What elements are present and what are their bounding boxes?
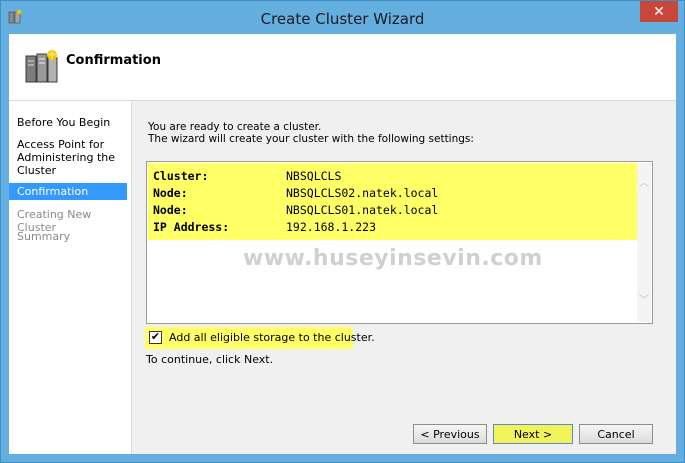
settings-scrollbar[interactable]: ︿ ﹀: [637, 163, 651, 322]
setting-key: Node:: [153, 186, 188, 200]
setting-value: 192.168.1.223: [286, 220, 377, 234]
wizard-window: Create Cluster Wizard ✕ Confirmation Bef…: [0, 0, 685, 463]
settings-summary-box[interactable]: Cluster: NBSQLCLS Node: NBSQLCLS02.natek…: [146, 161, 653, 324]
wizard-header: Confirmation: [9, 34, 676, 101]
title-bar[interactable]: Create Cluster Wizard ✕: [1, 1, 684, 34]
setting-key: IP Address:: [153, 220, 230, 234]
nav-step-before-you-begin[interactable]: Before You Begin: [9, 116, 127, 129]
cancel-button[interactable]: Cancel: [579, 424, 653, 444]
close-button[interactable]: ✕: [640, 1, 678, 22]
scroll-up-icon[interactable]: ︿: [639, 179, 649, 189]
previous-button[interactable]: < Previous: [413, 424, 487, 444]
intro-line-1: You are ready to create a cluster.: [148, 121, 322, 133]
nav-step-confirmation[interactable]: Confirmation: [9, 183, 127, 200]
cluster-servers-icon: [25, 48, 58, 83]
continue-instruction: To continue, click Next.: [146, 353, 274, 366]
add-storage-checkbox[interactable]: ✔: [149, 331, 162, 344]
scroll-down-icon[interactable]: ﹀: [639, 296, 649, 306]
next-button[interactable]: Next >: [493, 424, 573, 444]
add-storage-option[interactable]: ✔ Add all eligible storage to the cluste…: [145, 327, 375, 349]
add-storage-label[interactable]: Add all eligible storage to the cluster.: [169, 331, 375, 344]
wizard-client-area: Confirmation Before You Begin Access Poi…: [9, 34, 676, 454]
setting-key: Node:: [153, 203, 188, 217]
intro-text: You are ready to create a cluster. The w…: [148, 121, 474, 145]
watermark-text: www.huseyinsevin.com: [243, 246, 543, 271]
wizard-step-nav: Before You Begin Access Point for Admini…: [9, 101, 132, 454]
wizard-content: You are ready to create a cluster. The w…: [131, 101, 676, 454]
intro-line-2: The wizard will create your cluster with…: [148, 133, 474, 145]
nav-step-summary: Summary: [17, 230, 71, 243]
setting-value: NBSQLCLS: [286, 169, 342, 183]
setting-value: NBSQLCLS01.natek.local: [286, 203, 439, 217]
setting-value: NBSQLCLS02.natek.local: [286, 186, 439, 200]
setting-key: Cluster:: [153, 169, 209, 183]
nav-step-access-point[interactable]: Access Point for Administering the Clust…: [9, 138, 124, 177]
page-title: Confirmation: [66, 53, 161, 68]
window-title: Create Cluster Wizard: [260, 10, 425, 28]
